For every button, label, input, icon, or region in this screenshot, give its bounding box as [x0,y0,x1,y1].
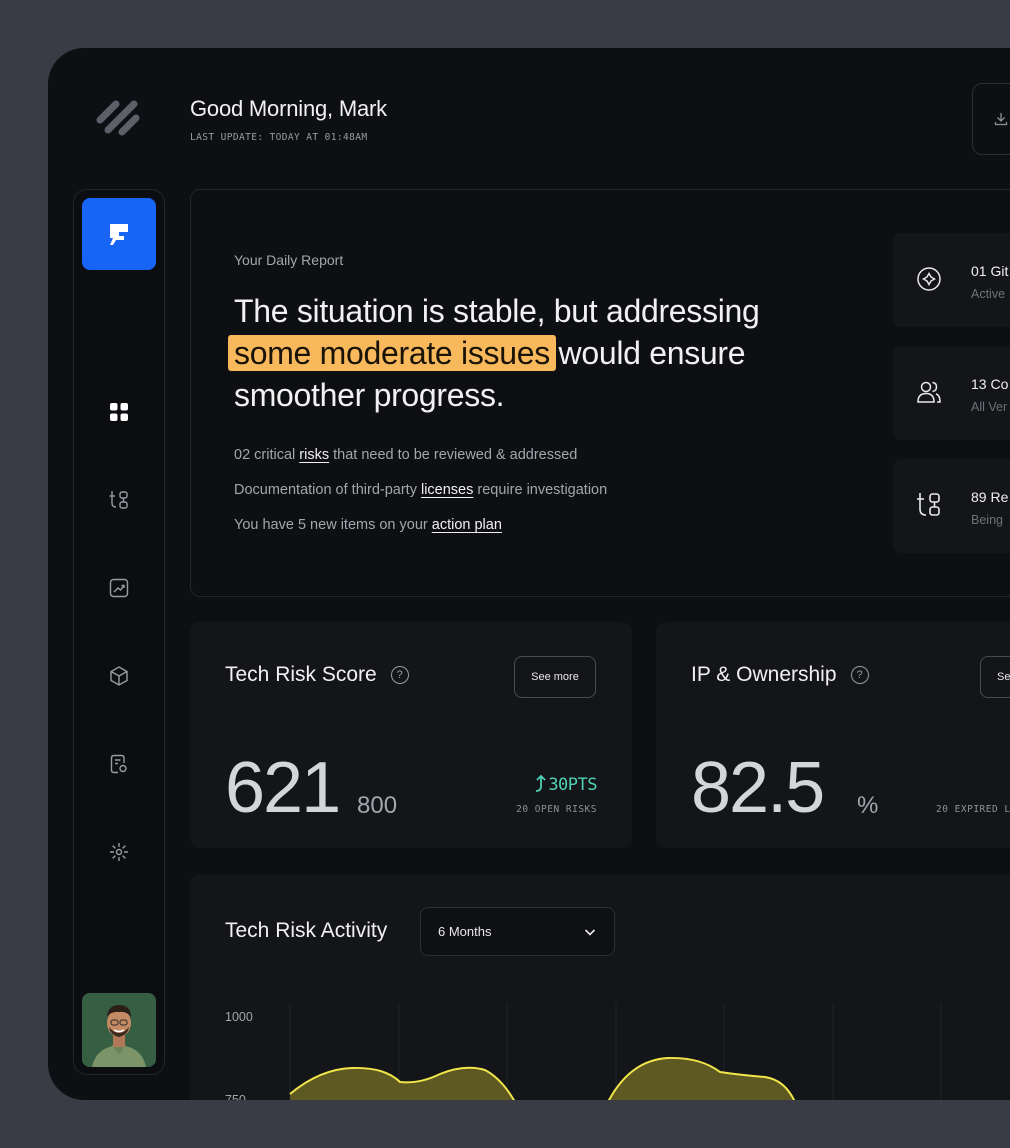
risk-score-value: 621 [225,748,341,828]
greeting-block: Good Morning, Mark LAST UPDATE: TODAY AT… [190,96,387,143]
report-headline: The situation is stable, but addressing … [228,290,824,416]
headline-text-start: The situation is stable, but addressing [234,293,760,329]
card-title-text: Tech Risk Score [225,663,377,686]
see-more-button[interactable]: Se [980,656,1010,698]
card-title-text: IP & Ownership [691,663,837,686]
tech-risk-score-card: Tech Risk Score ? See more 621 800 30PTS… [190,622,632,848]
tech-risk-activity-card: Tech Risk Activity 6 Months 1000 750 [190,874,1010,1100]
user-avatar[interactable] [82,993,156,1067]
activity-area-2 [609,1057,794,1100]
sidebar-item-settings[interactable] [74,841,164,863]
stat-desc: Active [971,287,1006,301]
report-bullets: 02 critical risks that need to be review… [234,447,607,552]
open-risks-text: 20 OPEN RISKS [516,804,597,815]
sidebar-item-dashboard[interactable] [74,401,164,423]
chart-trend-icon [109,578,129,598]
licenses-link[interactable]: licenses [421,482,473,498]
download-icon [994,113,1008,126]
stat-title: 89 Re [971,489,1009,505]
brand-button[interactable] [82,198,156,270]
cube-icon [110,666,128,686]
risk-score-max: 800 [357,792,398,819]
ip-value: 82.5 [691,748,825,828]
y-tick-750: 750 [225,1093,246,1100]
grid-icon [110,403,128,421]
document-icon [110,754,127,774]
expired-licenses-text: 20 EXPIRED L [936,804,1010,815]
tech-risk-title: Tech Risk Score ? [225,663,409,687]
bullet-text: 02 critical [234,447,300,463]
avatar-image [82,993,156,1067]
action-plan-link[interactable]: action plan [432,517,502,533]
activity-area-1 [290,1067,514,1100]
bullet-text: You have 5 new items on your [234,517,432,533]
report-bullet-licenses: Documentation of third-party licenses re… [234,482,607,517]
sidebar-item-repositories[interactable] [74,489,164,511]
sidebar [73,189,165,1075]
report-label: Your Daily Report [234,252,344,268]
last-update-text: LAST UPDATE: TODAY AT 01:48AM [190,132,368,143]
report-bullet-risks: 02 critical risks that need to be review… [234,447,607,482]
branch-icon [917,493,940,516]
stat-title: 01 Git [971,263,1009,279]
stat-card-contributors[interactable]: 13 Co All Ver [893,346,1010,440]
score-change: 30PTS [534,774,597,795]
see-more-button[interactable]: See more [514,656,596,698]
sidebar-item-packages[interactable] [74,665,164,687]
sidebar-item-analytics[interactable] [74,577,164,599]
y-tick-1000: 1000 [225,1010,253,1024]
sidebar-item-documents[interactable] [74,753,164,775]
stat-card-git[interactable]: 01 Git Active [893,233,1010,327]
help-icon[interactable]: ? [390,666,409,684]
chevron-down-icon [584,928,596,936]
download-button[interactable] [972,83,1010,155]
stat-card-repositories[interactable]: 89 Re Being [893,459,1010,553]
score-change-text: 30PTS [548,775,597,795]
stat-desc: All Ver [971,400,1008,414]
risks-link[interactable]: risks [299,447,329,463]
bullet-text: Documentation of third-party [234,482,421,498]
ip-ownership-card: IP & Ownership ? Se 82.5 % 20 EXPIRED L [656,622,1010,848]
help-icon[interactable]: ? [850,666,869,684]
compass-icon [917,267,941,291]
range-select-value: 6 Months [438,924,492,939]
sun-icon [110,843,128,861]
branch-icon [109,491,128,509]
report-bullet-action-plan: You have 5 new items on your action plan [234,517,607,552]
stat-title: 13 Co [971,376,1009,392]
daily-report-panel: Your Daily Report The situation is stabl… [190,189,1010,597]
ip-ownership-title: IP & Ownership ? [691,663,869,687]
logo-icon [96,100,140,136]
ip-unit: % [857,792,879,819]
brand-flag-icon [110,224,128,245]
users-icon [917,381,941,403]
range-select[interactable]: 6 Months [420,907,615,956]
activity-title: Tech Risk Activity [225,919,388,942]
bullet-text: require investigation [473,482,608,498]
arrow-up-icon [536,774,546,792]
app-window: Good Morning, Mark LAST UPDATE: TODAY AT… [48,48,1010,1100]
greeting-title: Good Morning, Mark [190,96,387,121]
bullet-text: that need to be reviewed & addressed [329,447,578,463]
stat-desc: Being [971,513,1003,527]
headline-highlight: some moderate issues [228,335,556,371]
